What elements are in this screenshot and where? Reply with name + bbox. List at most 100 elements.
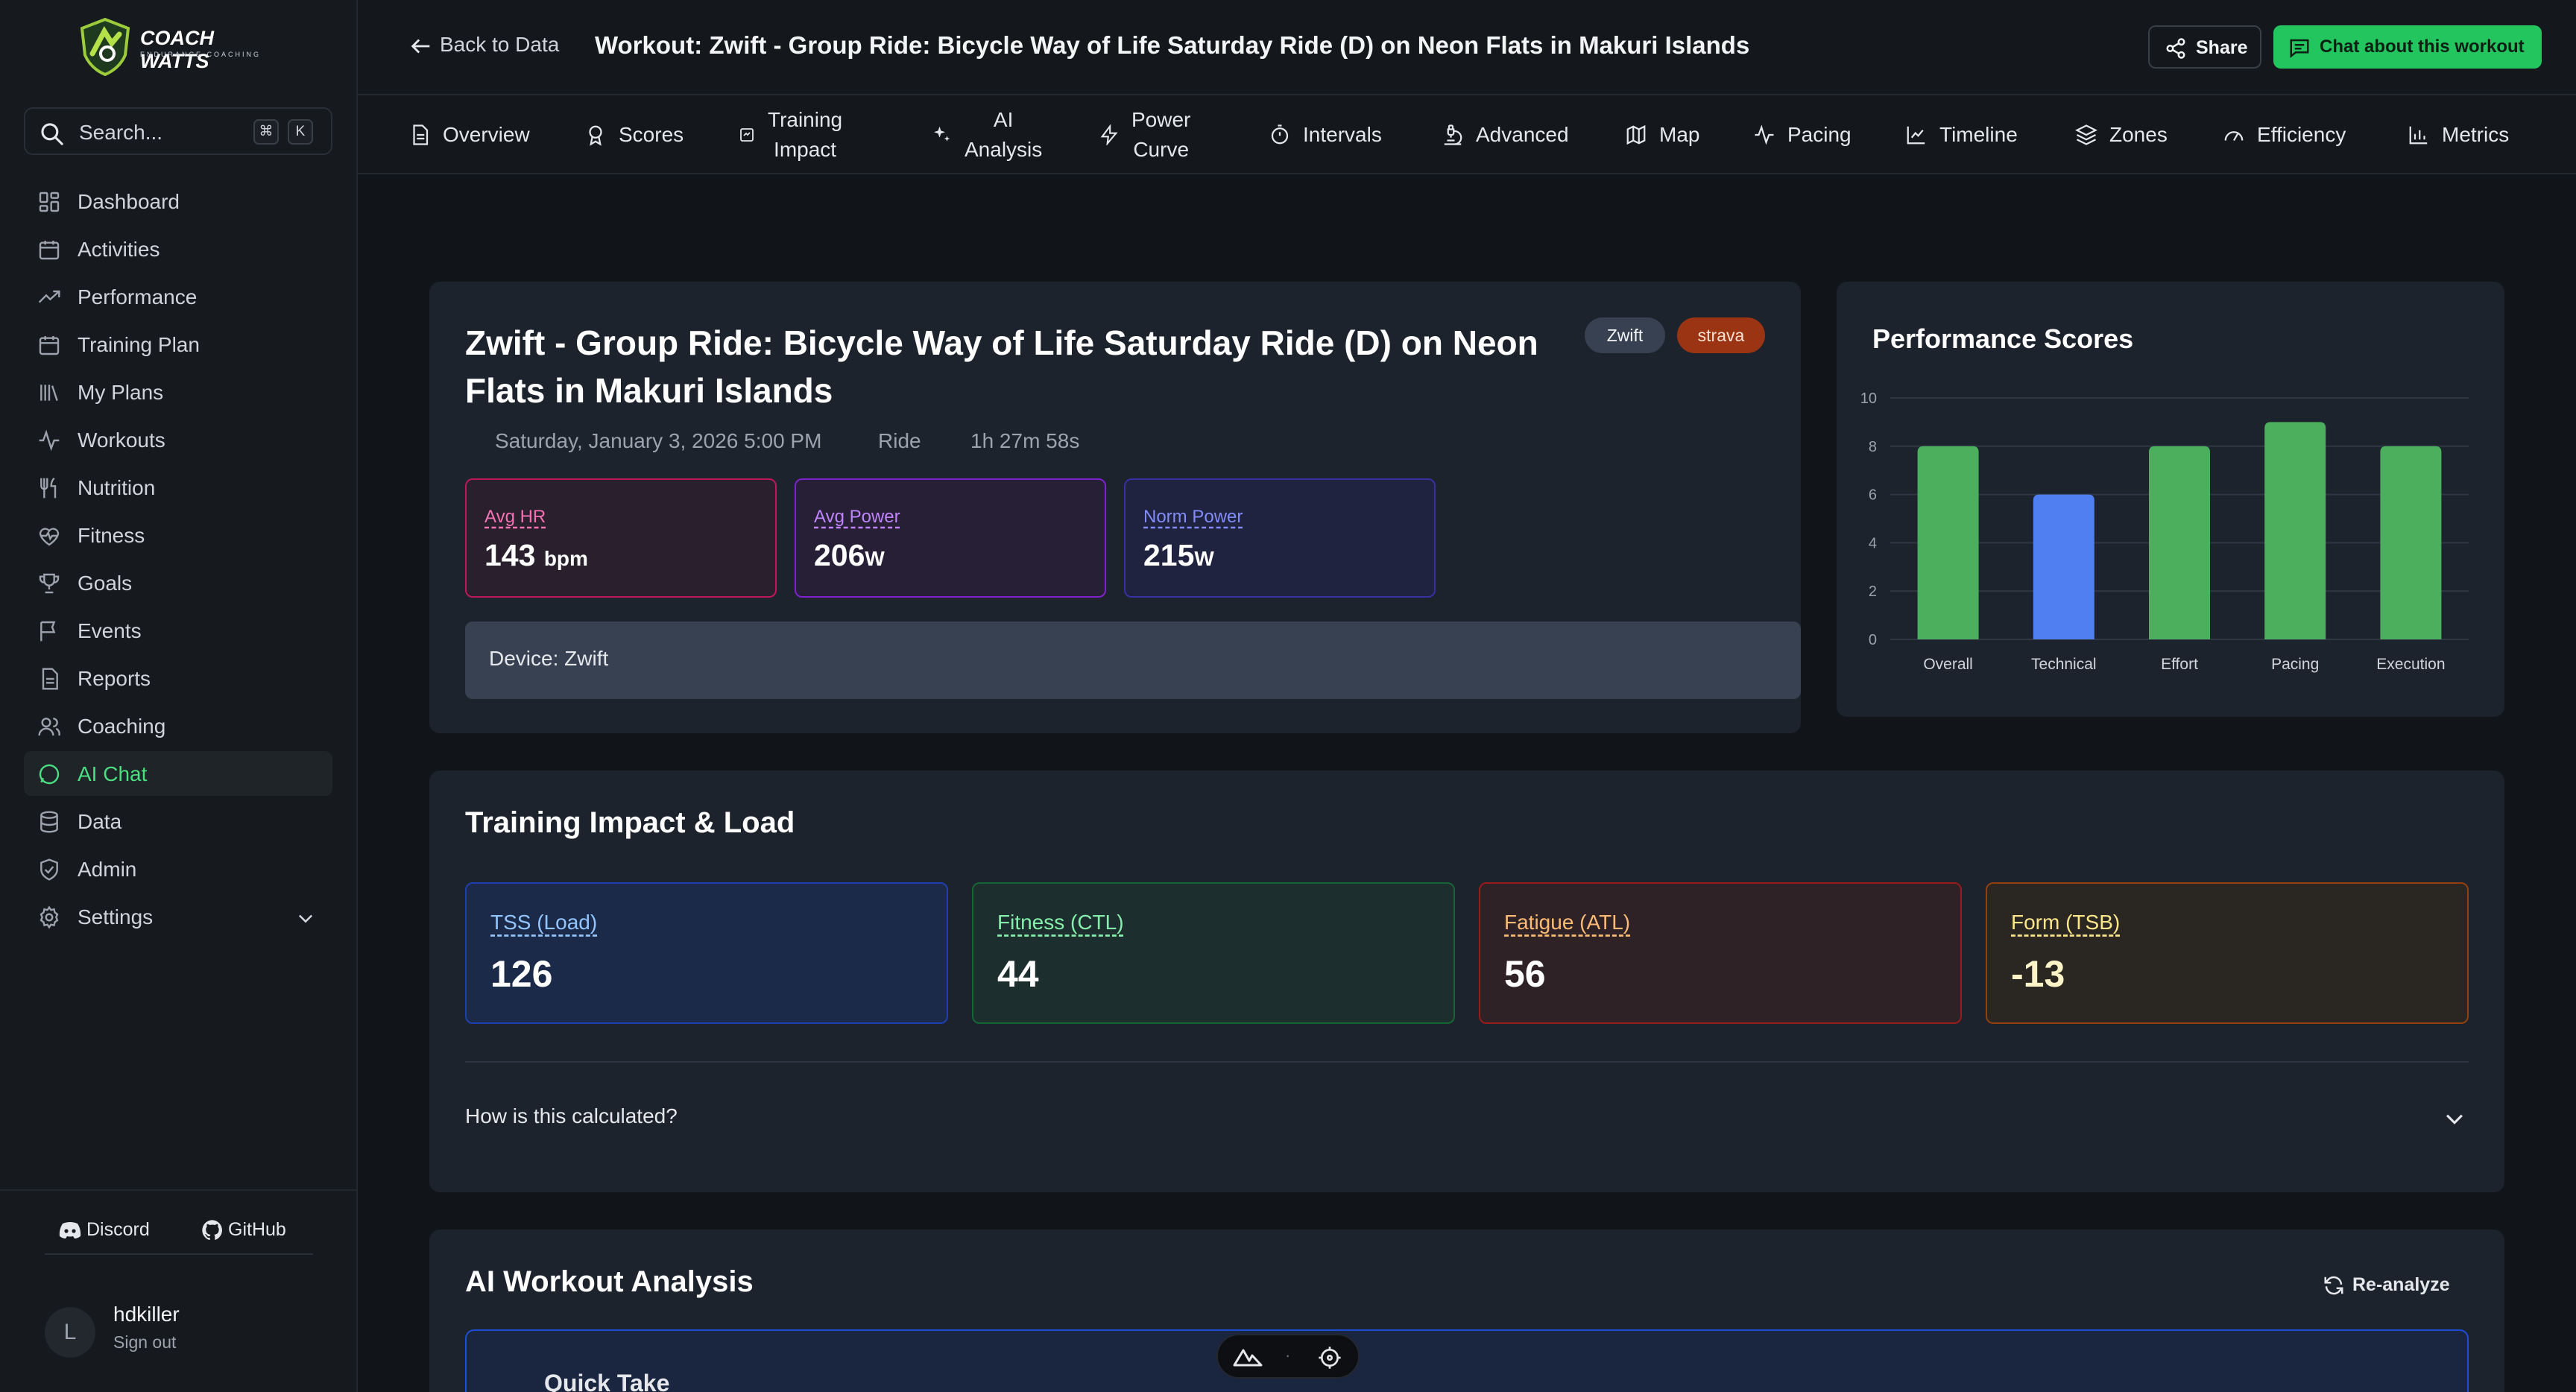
sidebar-item-events[interactable]: Events	[24, 608, 332, 653]
github-link[interactable]: GitHub	[201, 1219, 286, 1241]
tab-label: Intervals	[1303, 123, 1382, 146]
github-icon	[202, 1220, 222, 1241]
ctl-value: 44	[997, 953, 1039, 995]
sidebar-item-coaching[interactable]: Coaching	[24, 703, 332, 748]
metric-avg-power: Avg Power 206W	[795, 478, 1106, 598]
performance-scores-card: Performance Scores 0 2 4 6 8 10 Overall Technic…	[1837, 282, 2504, 717]
sidebar-item-ai-chat[interactable]: AI Chat	[24, 751, 332, 796]
sidebar-item-label: Workouts	[78, 428, 165, 452]
tab-zones[interactable]: Zones	[2075, 95, 2168, 174]
tab-advanced[interactable]: Advanced	[1442, 95, 1569, 174]
chevron-down-icon[interactable]	[295, 908, 316, 928]
tab-intervals[interactable]: Intervals	[1269, 95, 1382, 174]
sidebar-item-label: Coaching	[78, 715, 166, 738]
back-label: Back to Data	[440, 33, 560, 56]
x-tick-label: Pacing	[2271, 656, 2319, 673]
sidebar-footer: Discord GitHub L hdkiller Sign out	[0, 1189, 358, 1358]
dev-toolbar[interactable]: ·	[1216, 1334, 1360, 1379]
sidebar-item-my-plans[interactable]: My Plans	[24, 370, 332, 414]
bar-pacing	[2264, 422, 2326, 639]
app-root: COACH WATTS ENDURANCE COACHING Search...…	[0, 0, 2576, 1392]
chat-about-workout-button[interactable]: Chat about this workout	[2273, 25, 2542, 69]
chevron-down-icon[interactable]	[2442, 1106, 2467, 1131]
sidebar-item-settings[interactable]: Settings	[24, 894, 332, 939]
tab-efficiency[interactable]: Efficiency	[2223, 95, 2346, 174]
crosshair-icon[interactable]	[1318, 1346, 1342, 1370]
back-to-data-link[interactable]: Back to Data	[408, 33, 559, 59]
workout-tabs: Overview Scores Training Impact AI Analy…	[358, 95, 2576, 174]
sign-out-link[interactable]: Sign out	[113, 1332, 176, 1353]
x-tick-label: Execution	[2376, 656, 2445, 673]
discord-link[interactable]: Discord	[58, 1219, 150, 1241]
source-badge-zwift: Zwift	[1585, 317, 1665, 353]
trophy-icon	[39, 573, 60, 594]
tab-overview[interactable]: Overview	[408, 95, 530, 174]
microscope-icon	[1444, 124, 1462, 145]
tss-label[interactable]: TSS (Load)	[490, 911, 597, 934]
sidebar-item-training-plan[interactable]: Training Plan	[24, 322, 332, 367]
tab-label: Zones	[2109, 123, 2168, 146]
re-analyze-button[interactable]: Re-analyze	[2323, 1274, 2450, 1297]
tab-label: Map	[1659, 123, 1700, 146]
sidebar-item-dashboard[interactable]: Dashboard	[24, 179, 332, 224]
brand-tagline: ENDURANCE COACHING	[140, 51, 262, 58]
metric-label[interactable]: Norm Power	[1143, 507, 1243, 528]
share-button[interactable]: Share	[2148, 25, 2261, 69]
atl-label[interactable]: Fatigue (ATL)	[1504, 911, 1630, 934]
tss-card: TSS (Load) 126	[465, 882, 948, 1024]
tab-ai-analysis[interactable]: AI Analysis	[930, 95, 1042, 174]
sidebar-item-data[interactable]: Data	[24, 799, 332, 844]
bar-overall	[1917, 446, 1979, 639]
atl-card: Fatigue (ATL) 56	[1479, 882, 1962, 1024]
how-calculated-toggle[interactable]: How is this calculated?	[465, 1104, 678, 1128]
tab-label: Timeline	[1939, 123, 2018, 146]
sidebar-item-label: Fitness	[78, 524, 145, 547]
sidebar-item-nutrition[interactable]: Nutrition	[24, 465, 332, 510]
training-impact-card: Training Impact & Load TSS (Load) 126 Fi…	[429, 771, 2504, 1192]
sidebar-item-goals[interactable]: Goals	[24, 560, 332, 605]
divider	[465, 1061, 2469, 1063]
tab-timeline[interactable]: Timeline	[1905, 95, 2018, 174]
tab-power-curve[interactable]: Power Curve	[1099, 95, 1190, 174]
tab-label: Pacing	[1787, 123, 1852, 146]
tab-map[interactable]: Map	[1625, 95, 1699, 174]
avatar[interactable]: L	[45, 1307, 95, 1358]
tab-pacing[interactable]: Pacing	[1753, 95, 1852, 174]
dev-toolbar-separator: ·	[1285, 1346, 1291, 1364]
search-input[interactable]: Search... ⌘ K	[24, 107, 332, 155]
brand-name: COACH WATTS	[140, 27, 214, 72]
bar-execution	[2380, 446, 2442, 639]
tab-metrics[interactable]: Metrics	[2408, 95, 2509, 174]
y-tick-label: 6	[1869, 487, 1877, 504]
file-icon	[413, 124, 429, 145]
tab-scores[interactable]: Scores	[584, 95, 684, 174]
sidebar-item-performance[interactable]: Performance	[24, 274, 332, 319]
sidebar-item-label: Admin	[78, 858, 137, 881]
sidebar-item-label: Reports	[78, 667, 151, 690]
atl-value: 56	[1504, 953, 1546, 995]
brand-logo[interactable]: COACH WATTS ENDURANCE COACHING	[78, 16, 279, 77]
sidebar-item-reports[interactable]: Reports	[24, 656, 332, 700]
tsb-card: Form (TSB) -13	[1986, 882, 2469, 1024]
tab-label: Power Curve	[1131, 108, 1191, 161]
logo-shield-icon	[80, 17, 130, 77]
tsb-label[interactable]: Form (TSB)	[2011, 911, 2120, 934]
sidebar-item-workouts[interactable]: Workouts	[24, 417, 332, 462]
search-placeholder: Search...	[79, 121, 163, 144]
workout-type: Ride	[878, 429, 921, 452]
sidebar-item-fitness[interactable]: Fitness	[24, 513, 332, 557]
workout-duration: 1h 27m 58s	[970, 429, 1080, 452]
metric-value: 206W	[814, 538, 885, 572]
users-icon	[38, 718, 60, 736]
sidebar-item-admin[interactable]: Admin	[24, 847, 332, 891]
metric-label[interactable]: Avg HR	[484, 507, 546, 528]
timer-icon	[1271, 124, 1289, 145]
metric-value: 215W	[1143, 538, 1214, 572]
sidebar-item-activities[interactable]: Activities	[24, 227, 332, 271]
ai-analysis-title: AI Workout Analysis	[465, 1265, 754, 1298]
tab-training-impact[interactable]: Training Impact	[738, 95, 842, 174]
ctl-label[interactable]: Fitness (CTL)	[997, 911, 1124, 934]
y-tick-label: 2	[1869, 583, 1877, 600]
metric-label[interactable]: Avg Power	[814, 507, 900, 528]
workout-summary-card: Zwift - Group Ride: Bicycle Way of Life …	[429, 282, 1801, 733]
